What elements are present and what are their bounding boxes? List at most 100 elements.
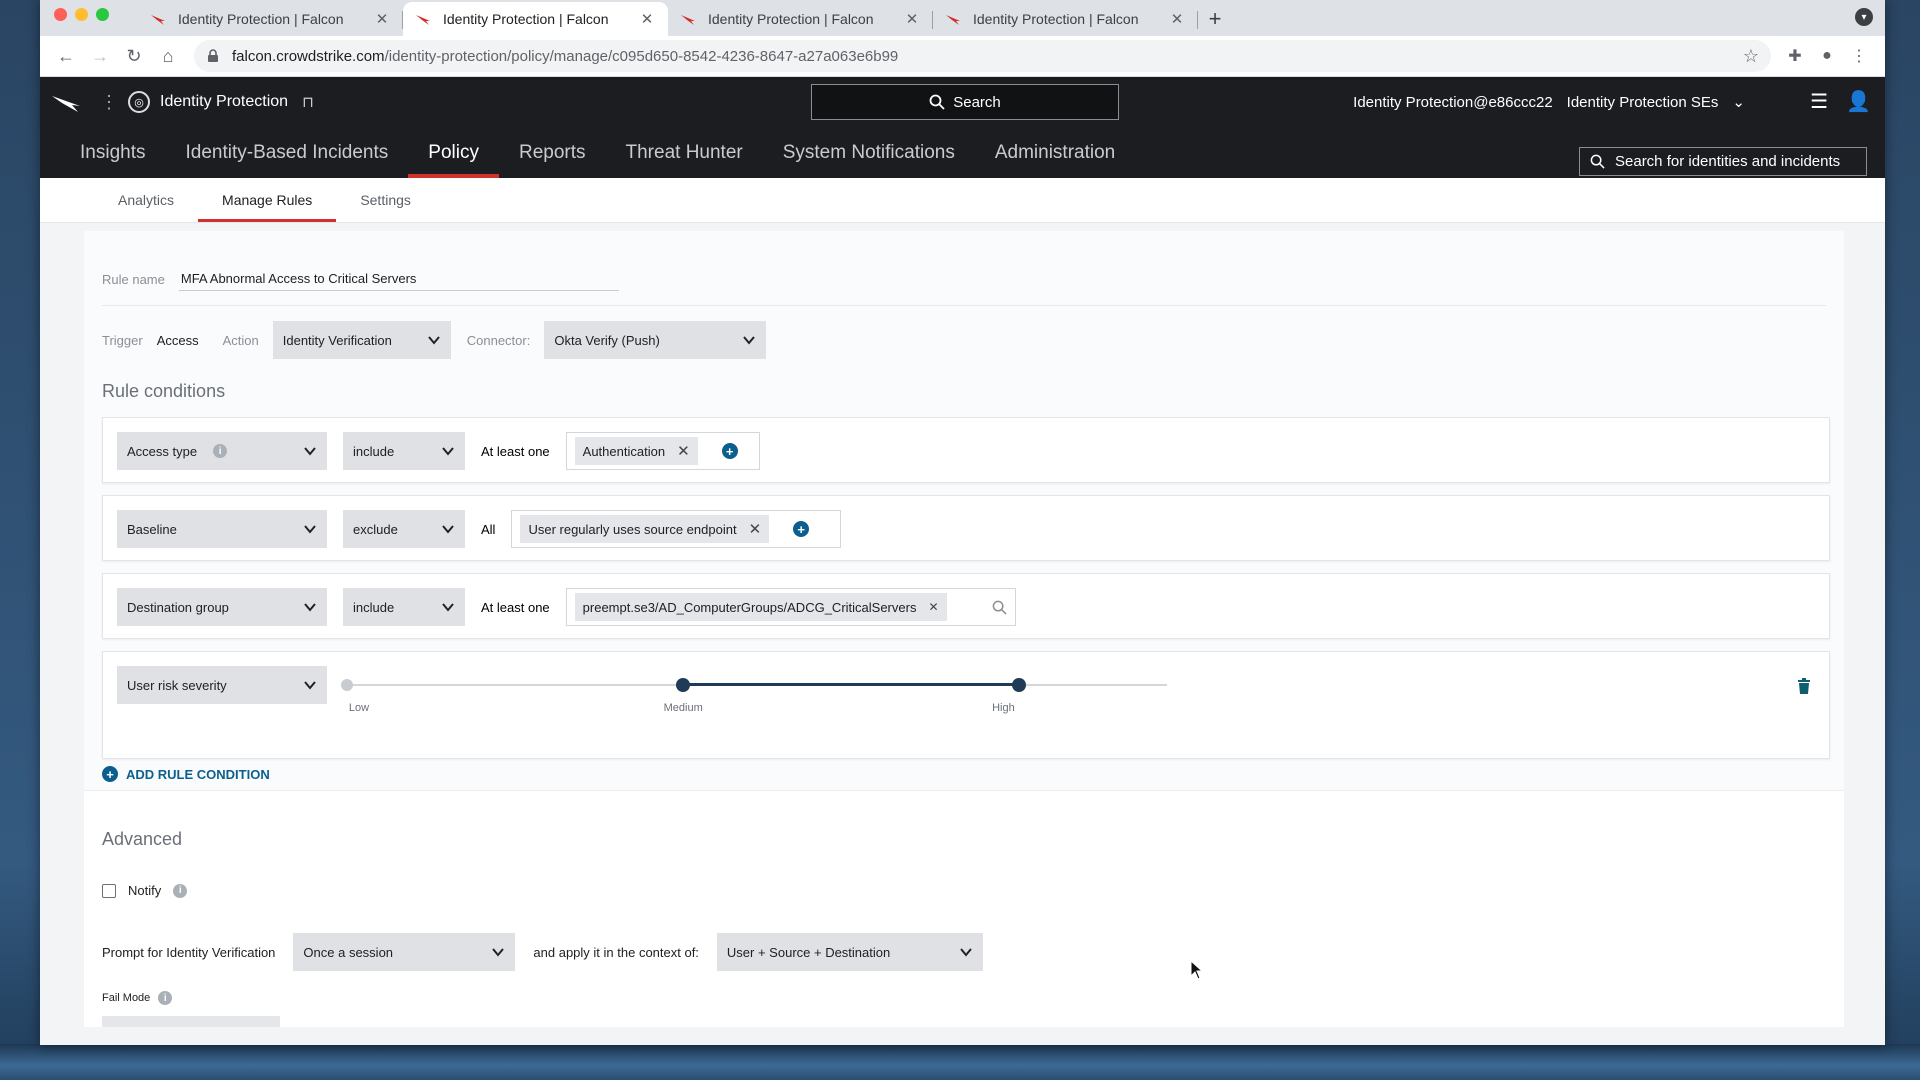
fail-mode-select[interactable] — [102, 1016, 280, 1027]
slider-knob-medium[interactable] — [676, 678, 691, 692]
condition-field-select[interactable]: Baseline — [117, 510, 327, 548]
action-select[interactable]: Identity Verification — [272, 321, 451, 359]
trash-icon[interactable] — [1797, 678, 1811, 694]
new-tab-button[interactable]: + — [1198, 2, 1232, 36]
minimize-window-button[interactable] — [75, 8, 88, 21]
condition-values-box[interactable]: Authentication ✕ + — [565, 432, 760, 470]
account-user: Identity Protection@e86ccc22 — [1353, 93, 1553, 111]
back-arrow-icon[interactable]: ← — [50, 40, 82, 72]
url-path: /identity-protection/policy/manage/c095d… — [384, 47, 899, 65]
extensions-puzzle-icon[interactable]: ✚ — [1779, 40, 1811, 72]
value-chip-label: User regularly uses source endpoint — [528, 521, 737, 537]
chevron-down-icon — [304, 447, 316, 456]
product-name: Identity Protection — [160, 93, 289, 110]
info-icon[interactable]: i — [173, 883, 188, 898]
condition-field-select[interactable]: Destination group — [117, 588, 327, 626]
slider-selected-range — [683, 683, 1020, 686]
connector-select[interactable]: Okta Verify (Push) — [544, 321, 767, 359]
condition-operator-select[interactable]: exclude — [343, 510, 465, 548]
browser-tab[interactable]: Identity Protection | Falcon ✕ — [138, 2, 403, 36]
tab-analytics[interactable]: Analytics — [94, 178, 198, 222]
support-stack-icon[interactable]: ☰ — [1810, 89, 1828, 114]
info-icon[interactable]: i — [213, 444, 228, 458]
slider-tick-label: Medium — [663, 702, 703, 714]
browser-tab[interactable]: Identity Protection | Falcon ✕ — [933, 2, 1198, 36]
tab-settings[interactable]: Settings — [336, 178, 435, 222]
rule-name-input[interactable]: MFA Abnormal Access to Critical Servers — [178, 267, 619, 291]
maximize-window-button[interactable] — [96, 8, 109, 21]
remove-chip-icon[interactable]: ✕ — [928, 600, 938, 614]
nav-item-administration[interactable]: Administration — [975, 127, 1135, 178]
remove-chip-icon[interactable]: ✕ — [749, 520, 762, 538]
context-select[interactable]: User + Source + Destination — [716, 933, 983, 971]
slider-knob-low[interactable] — [341, 679, 353, 691]
add-rule-condition-button[interactable]: + ADD RULE CONDITION — [102, 766, 270, 782]
app-switcher-icon[interactable]: ⋮ — [100, 92, 118, 113]
prompt-label: Prompt for Identity Verification — [102, 944, 276, 960]
nav-item-policy[interactable]: Policy — [408, 127, 499, 178]
account-info[interactable]: Identity Protection@e86ccc22 Identity Pr… — [1353, 93, 1745, 112]
bookmark-icon[interactable]: ⊓ — [302, 93, 314, 111]
condition-operator-select[interactable]: include — [343, 588, 465, 626]
notify-row: Notify i — [102, 883, 188, 898]
notify-checkbox[interactable] — [102, 883, 116, 898]
browser-menu-icon[interactable]: ⋮ — [1843, 40, 1875, 72]
prompt-frequency-select[interactable]: Once a session — [293, 933, 516, 971]
nav-item-identity-based-incidents[interactable]: Identity-Based Incidents — [165, 127, 408, 178]
connector-label: Connector: — [466, 332, 531, 348]
condition-values-box[interactable]: preempt.se3/AD_ComputerGroups/ADCG_Criti… — [565, 588, 1016, 626]
prompt-frequency-value: Once a session — [303, 944, 394, 960]
tab-search-icon[interactable]: ▾ — [1855, 8, 1873, 26]
entity-search-input[interactable]: Search for identities and incidents — [1579, 147, 1867, 176]
profile-avatar-icon[interactable]: ● — [1811, 40, 1843, 72]
lock-icon — [208, 49, 218, 62]
nav-item-system-notifications[interactable]: System Notifications — [763, 127, 975, 178]
close-window-button[interactable] — [54, 8, 67, 21]
search-icon[interactable] — [992, 600, 1007, 615]
close-tab-icon[interactable]: ✕ — [373, 10, 391, 28]
condition-row: Baseline exclude All User regularly uses… — [102, 495, 1830, 561]
browser-tab-active[interactable]: Identity Protection | Falcon ✕ — [403, 2, 668, 36]
fail-mode-row: Fail Mode i — [102, 991, 173, 1005]
user-profile-icon[interactable]: 👤 — [1846, 89, 1871, 114]
condition-field-select[interactable]: User risk severity — [117, 666, 327, 704]
value-chip: User regularly uses source endpoint ✕ — [520, 515, 770, 543]
close-tab-icon[interactable]: ✕ — [1168, 10, 1186, 28]
reload-icon[interactable]: ↻ — [118, 40, 150, 72]
condition-operator-select[interactable]: include — [343, 432, 465, 470]
nav-item-threat-hunter[interactable]: Threat Hunter — [606, 127, 763, 178]
browser-tab[interactable]: Identity Protection | Falcon ✕ — [668, 2, 933, 36]
context-value: User + Source + Destination — [726, 944, 891, 960]
tab-manage-rules[interactable]: Manage Rules — [198, 178, 337, 222]
nav-item-reports[interactable]: Reports — [499, 127, 606, 178]
bookmark-star-icon[interactable]: ☆ — [1743, 46, 1759, 67]
add-value-icon[interactable]: + — [793, 521, 810, 537]
info-icon[interactable]: i — [158, 991, 173, 1005]
forward-arrow-icon[interactable]: → — [84, 40, 116, 72]
close-tab-icon[interactable]: ✕ — [903, 10, 921, 28]
browser-tabs: Identity Protection | Falcon ✕ Identity … — [138, 2, 1232, 36]
condition-field-select[interactable]: Access type i — [117, 432, 327, 470]
sub-nav: Analytics Manage Rules Settings — [40, 178, 1885, 223]
crowdstrike-falcon-logo-icon[interactable] — [50, 90, 84, 114]
prompt-row: Prompt for Identity Verification Once a … — [102, 933, 983, 971]
condition-values-box[interactable]: User regularly uses source endpoint ✕ + — [511, 510, 842, 548]
tab-title: Identity Protection | Falcon — [178, 11, 344, 27]
condition-row: Access type i include At least one Authen… — [102, 417, 1830, 483]
rule-name-label: Rule name — [102, 271, 165, 287]
global-search-button[interactable]: Search — [811, 84, 1119, 120]
close-tab-icon[interactable]: ✕ — [638, 10, 656, 28]
slider-tick-label: Low — [348, 702, 370, 714]
remove-chip-icon[interactable]: ✕ — [677, 442, 690, 460]
slider-knob-high[interactable] — [1012, 678, 1027, 692]
advanced-heading: Advanced — [102, 829, 183, 849]
home-icon[interactable]: ⌂ — [152, 40, 184, 72]
condition-quantifier: All — [481, 521, 496, 537]
condition-field-value: Destination group — [127, 599, 229, 615]
address-bar[interactable]: falcon.crowdstrike.com/identity-protecti… — [194, 40, 1771, 72]
risk-severity-slider[interactable]: Low Medium High — [341, 678, 1167, 714]
add-value-icon[interactable]: + — [721, 443, 738, 459]
nav-item-insights[interactable]: Insights — [60, 127, 165, 178]
browser-tab-bar: Identity Protection | Falcon ✕ Identity … — [40, 0, 1885, 36]
notify-label: Notify — [128, 883, 162, 898]
